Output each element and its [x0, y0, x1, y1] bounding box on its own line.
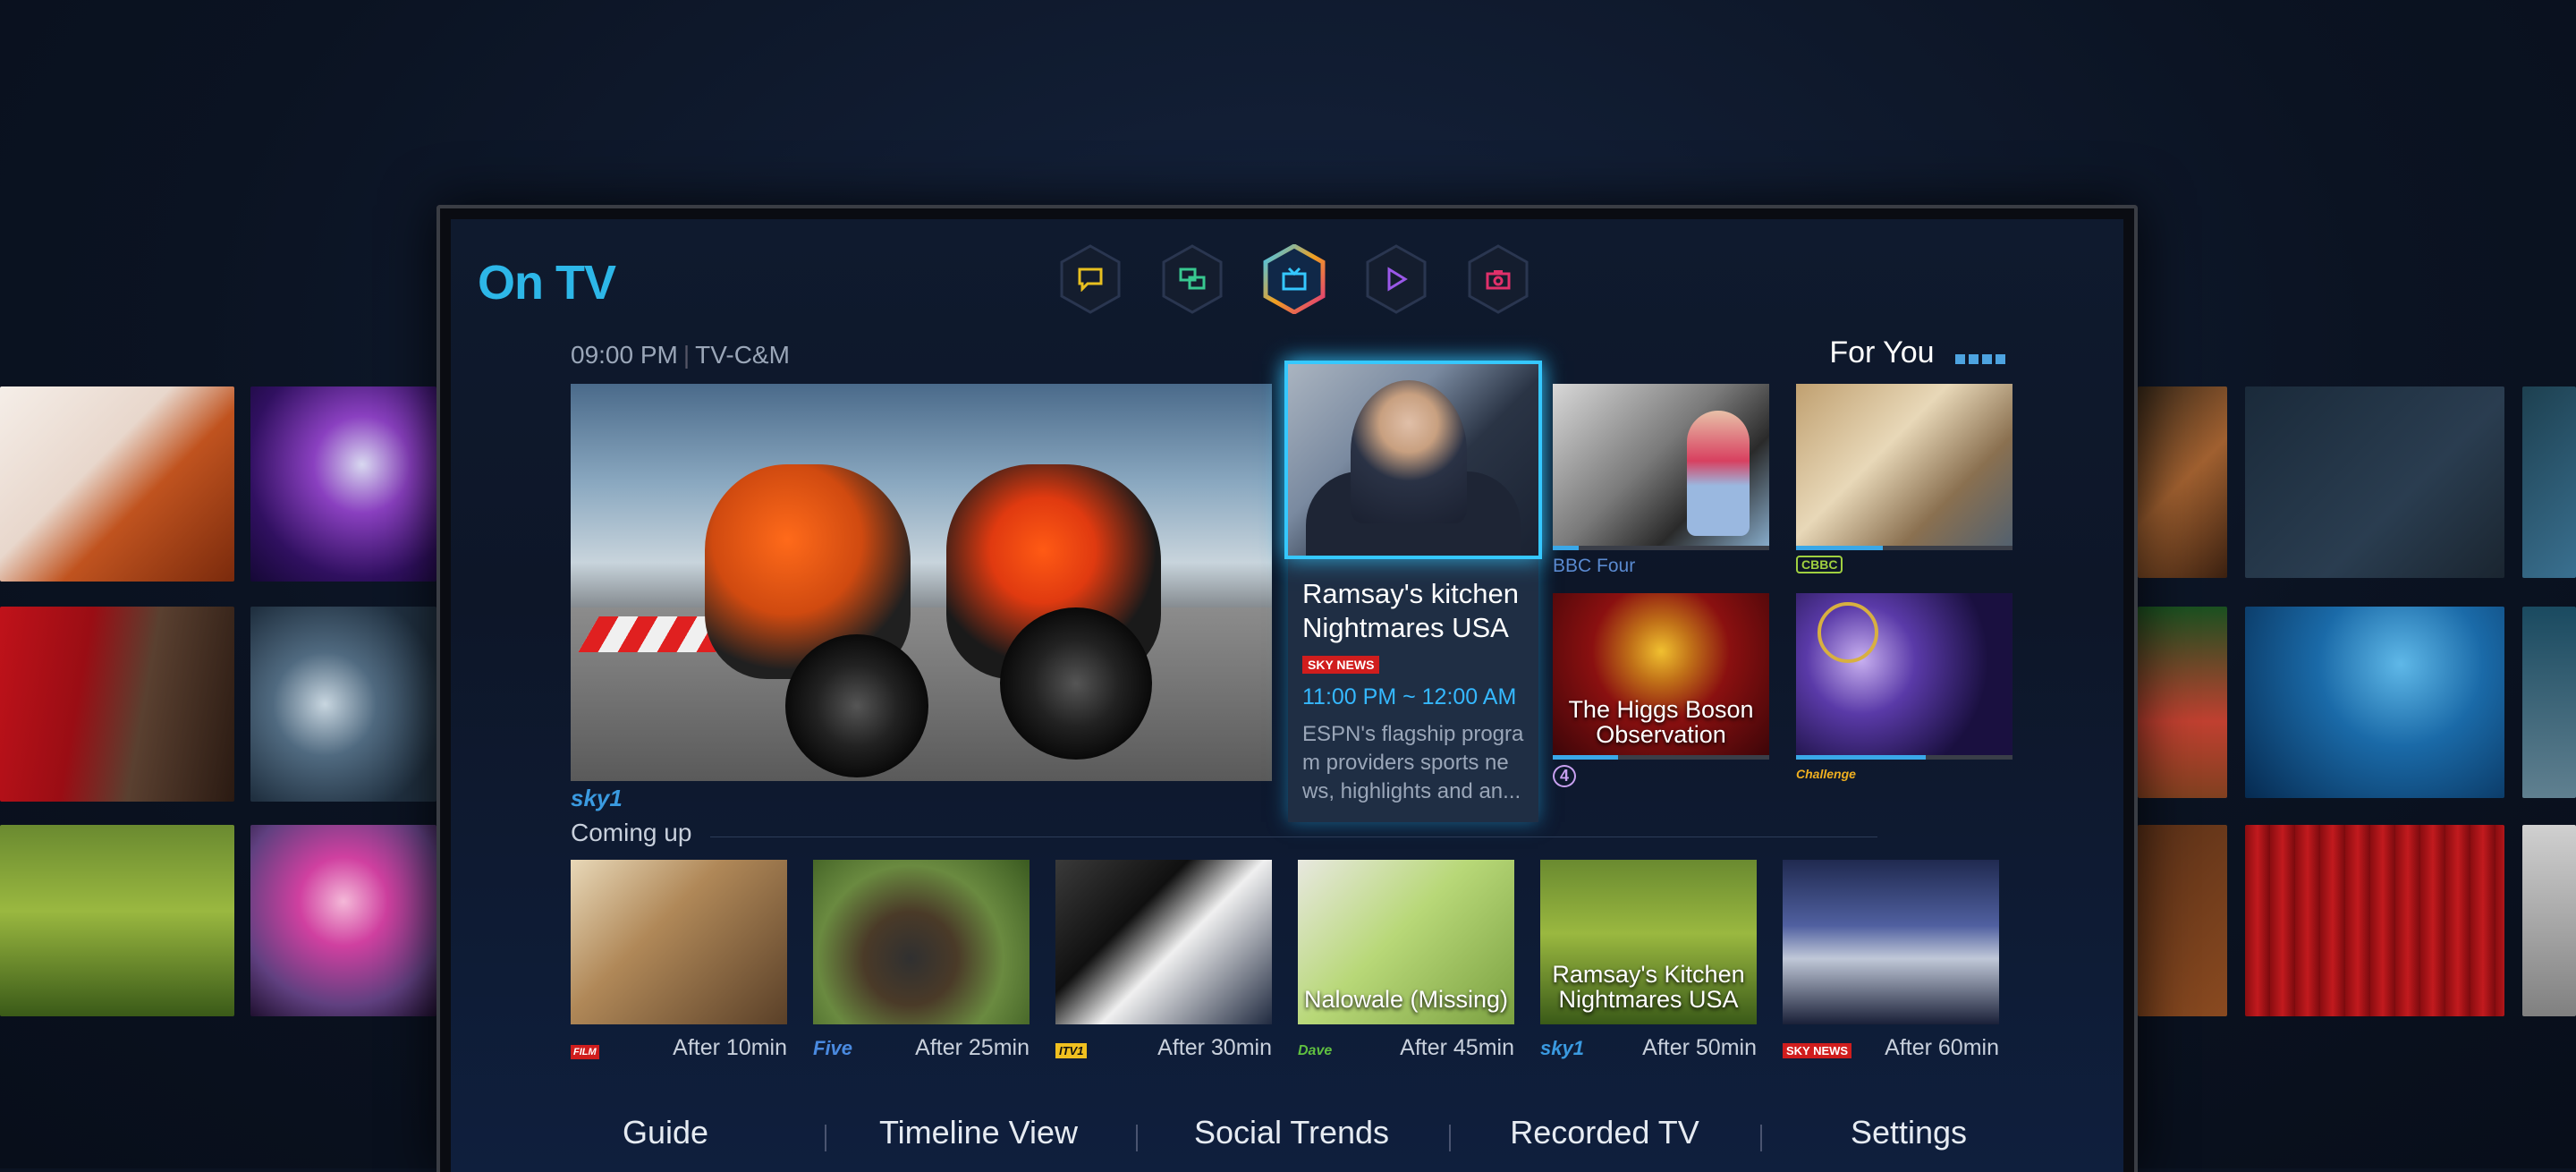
coming-up-info-2: Five After 25min [813, 1035, 1030, 1061]
coming-up-tile-4[interactable]: Nalowale (Missing) [1298, 860, 1514, 1024]
progress-fill [1796, 755, 1927, 760]
page-indicator [1952, 337, 2005, 372]
side-tile-cricket[interactable] [2138, 607, 2227, 798]
channel-logo: sky1 [1540, 1037, 1584, 1059]
after-time: After 30min [1157, 1035, 1272, 1060]
after-time: After 60min [1885, 1035, 1999, 1060]
side-tile-violin[interactable] [0, 386, 234, 582]
channel-logo: Dave [1298, 1043, 1333, 1058]
progress-fill [1553, 546, 1580, 550]
menu-social-trends[interactable]: Social Trends [1180, 1114, 1403, 1151]
rec-tile-higgs-boson[interactable]: The Higgs Boson Observation [1553, 593, 1769, 760]
menu-timeline-view[interactable]: Timeline View [867, 1114, 1090, 1151]
coming-up-tile-1[interactable] [571, 860, 787, 1024]
current-time: 09:00 PM [571, 341, 678, 369]
featured-description: ESPN's flagship progra m providers sport… [1302, 722, 1524, 803]
after-time: After 10min [673, 1035, 787, 1060]
coming-up-info-4: Dave After 45min [1298, 1035, 1514, 1061]
after-time: After 45min [1400, 1035, 1514, 1060]
featured-channel-logo: SKY NEWS [1302, 656, 1380, 674]
after-time: After 50min [1642, 1035, 1757, 1060]
side-tile-edge-2[interactable] [2522, 607, 2576, 798]
tv-icon[interactable] [1263, 244, 1326, 314]
menu-divider [1760, 1125, 1762, 1151]
bottom-menu: Guide Timeline View Social Trends Record… [451, 1096, 2123, 1168]
side-tile-tea[interactable] [0, 825, 234, 1016]
side-tile-directors-chair[interactable] [2245, 825, 2504, 1016]
rec-tile-millionaire[interactable] [1796, 593, 2012, 760]
now-playing-channel-logo: sky1 [571, 785, 623, 811]
side-tile-edge-1[interactable] [2522, 386, 2576, 578]
coming-up-info-3: ITV1 After 30min [1055, 1035, 1272, 1061]
menu-recorded-tv[interactable]: Recorded TV [1493, 1114, 1716, 1151]
play-icon[interactable] [1365, 244, 1428, 314]
coming-up-info-1: FILM After 10min [571, 1035, 787, 1061]
rec-channel-label: CBBC [1796, 556, 1843, 573]
coming-up-info-5: sky1 After 50min [1540, 1035, 1757, 1061]
featured-program-thumbnail [1284, 361, 1542, 559]
rec-channel-logo: Challenge [1796, 767, 1856, 781]
for-you-header[interactable]: For You [1829, 335, 2005, 372]
side-tile-flashcards[interactable] [2245, 386, 2504, 578]
side-tile-storm[interactable] [250, 607, 436, 802]
thumb-person [1351, 380, 1467, 523]
after-time: After 25min [915, 1035, 1030, 1060]
millionaire-logo [1818, 602, 1878, 663]
chat-icon[interactable] [1059, 244, 1122, 314]
thumb-figure [1687, 411, 1750, 536]
progress-fill [1553, 755, 1618, 760]
progress-fill [1796, 546, 1883, 550]
rec-tile-bbc-four[interactable] [1553, 384, 1769, 550]
side-tile-candy[interactable] [250, 825, 436, 1016]
rec-channel-label: BBC Four [1553, 556, 1636, 576]
coming-up-tile-5[interactable]: Ramsay's Kitchen Nightmares USA [1540, 860, 1757, 1024]
rec-overlay-title: The Higgs Boson Observation [1568, 696, 1754, 748]
featured-program-card[interactable]: Ramsay's kitchen Nightmares USA SKY NEWS… [1284, 361, 1542, 822]
side-tile-bullfighter[interactable] [0, 607, 234, 802]
side-tile-theatre[interactable] [2138, 825, 2227, 1016]
menu-divider [825, 1125, 826, 1151]
camera-icon[interactable] [1467, 244, 1530, 314]
coming-up-tile-6[interactable] [1783, 860, 1999, 1024]
side-tile-edge-3[interactable] [2522, 825, 2576, 1016]
progress-bar [1553, 546, 1769, 550]
channel-rating: TV-C&M [695, 341, 790, 369]
coming-up-overlay: Ramsay's Kitchen Nightmares USA [1552, 961, 1745, 1013]
tv-frame: On TV 09:00 PM | TV-C&M For You sky1 Ram… [436, 205, 2138, 1172]
page-title: On TV [478, 256, 616, 310]
channel-logo: ITV1 [1055, 1043, 1088, 1058]
wheel-1 [785, 634, 928, 777]
channel-logo: FILM [571, 1045, 599, 1059]
menu-guide[interactable]: Guide [585, 1114, 746, 1151]
coming-up-tile-2[interactable] [813, 860, 1030, 1024]
for-you-label: For You [1829, 335, 1935, 369]
progress-bar [1796, 546, 2012, 550]
coming-up-info-6: SKY NEWS After 60min [1783, 1035, 1999, 1061]
rec-tile-cbbc[interactable] [1796, 384, 2012, 550]
featured-time: 11:00 PM ~ 12:00 AM [1302, 684, 1517, 709]
menu-divider [1136, 1125, 1138, 1151]
channel-logo: Five [813, 1037, 853, 1059]
tv-screen: On TV 09:00 PM | TV-C&M For You sky1 Ram… [451, 219, 2123, 1172]
side-tile-microphone[interactable] [250, 386, 436, 582]
broadcast-info: 09:00 PM | TV-C&M [571, 341, 790, 369]
multiscreen-icon[interactable] [1161, 244, 1224, 314]
wheel-2 [1000, 607, 1152, 760]
side-tile-ball[interactable] [2138, 386, 2227, 578]
coming-up-tile-3[interactable] [1055, 860, 1272, 1024]
featured-title: Ramsay's kitchen Nightmares USA [1302, 578, 1519, 643]
now-playing-video[interactable] [571, 384, 1272, 781]
side-tile-diver[interactable] [2245, 607, 2504, 798]
progress-bar [1796, 755, 2012, 760]
progress-bar [1553, 755, 1769, 760]
coming-up-title: Coming up [571, 819, 692, 846]
coming-up-overlay: Nalowale (Missing) [1303, 986, 1509, 1013]
channel-logo: SKY NEWS [1783, 1043, 1852, 1058]
menu-divider [1449, 1125, 1451, 1151]
menu-settings[interactable]: Settings [1819, 1114, 1998, 1151]
rec-channel-logo: 4 [1553, 765, 1576, 787]
